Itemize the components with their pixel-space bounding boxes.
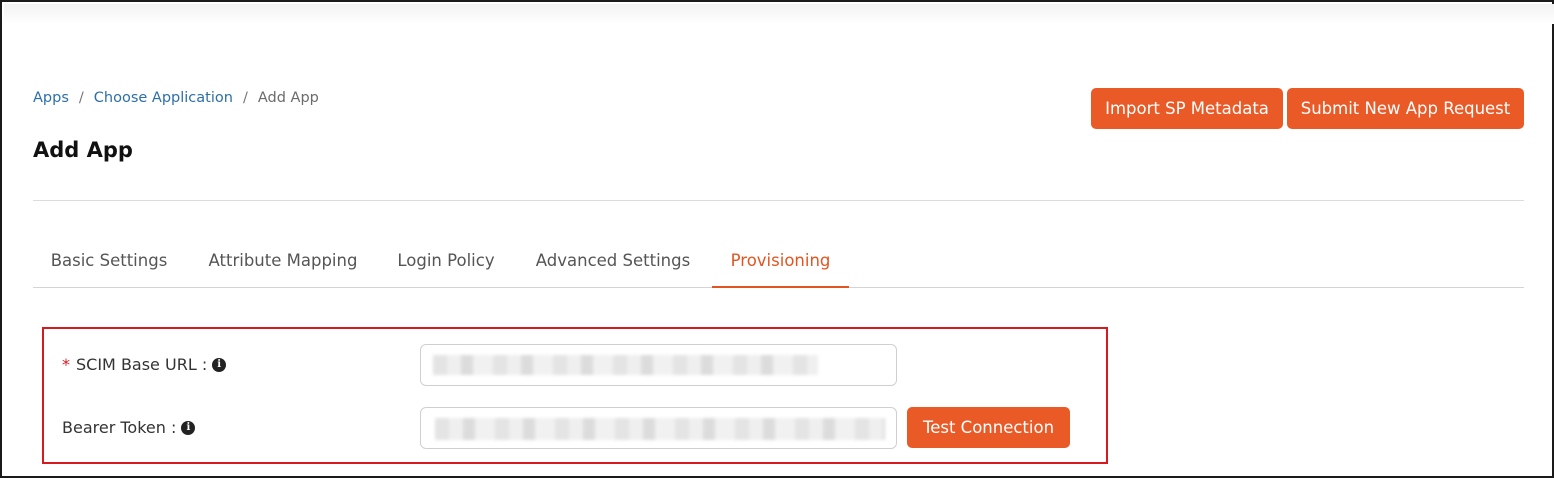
breadcrumb-choose-application[interactable]: Choose Application <box>94 90 233 106</box>
bearer-token-label-text: Bearer Token : <box>62 418 177 437</box>
bearer-token-label: Bearer Token : i <box>62 418 196 437</box>
app-window: Apps / Choose Application / Add App Add … <box>0 0 1554 478</box>
header-divider <box>33 200 1524 201</box>
page-title: Add App <box>33 138 133 162</box>
scim-base-url-input[interactable] <box>420 344 897 386</box>
breadcrumb-separator: / <box>242 90 248 106</box>
submit-new-app-request-button[interactable]: Submit New App Request <box>1287 88 1524 129</box>
bearer-token-input[interactable] <box>420 407 897 449</box>
info-circle-icon[interactable]: i <box>212 357 227 372</box>
tab-login-policy[interactable]: Login Policy <box>385 242 507 288</box>
tab-basic-settings[interactable]: Basic Settings <box>33 242 185 288</box>
settings-tabs: Basic Settings Attribute Mapping Login P… <box>33 242 1524 288</box>
required-asterisk: * <box>62 355 70 374</box>
test-connection-button[interactable]: Test Connection <box>907 407 1070 448</box>
scim-base-url-label: * SCIM Base URL : i <box>62 355 227 374</box>
top-bar <box>4 4 1554 24</box>
tab-advanced-settings[interactable]: Advanced Settings <box>523 242 703 288</box>
breadcrumb: Apps / Choose Application / Add App <box>33 90 319 106</box>
breadcrumb-apps[interactable]: Apps <box>33 90 69 106</box>
redacted-value <box>435 418 885 440</box>
tab-provisioning[interactable]: Provisioning <box>712 242 849 288</box>
tab-attribute-mapping[interactable]: Attribute Mapping <box>195 242 371 288</box>
redacted-value <box>433 355 818 375</box>
breadcrumb-current: Add App <box>257 90 319 106</box>
scim-base-url-label-text: SCIM Base URL : <box>76 355 208 374</box>
breadcrumb-separator: / <box>78 90 84 106</box>
info-circle-icon[interactable]: i <box>181 420 196 435</box>
import-sp-metadata-button[interactable]: Import SP Metadata <box>1091 88 1283 129</box>
